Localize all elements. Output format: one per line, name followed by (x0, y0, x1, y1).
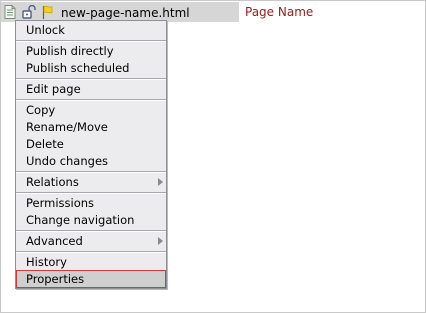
file-row[interactable]: new-page-name.html (1, 2, 239, 22)
menu-item-publish-scheduled[interactable]: Publish scheduled (16, 60, 166, 76)
page-frame: new-page-name.html Page Name Unlock Publ… (0, 0, 426, 313)
menu-item-undo-changes[interactable]: Undo changes (16, 153, 166, 169)
menu-item-properties[interactable]: Properties (16, 270, 166, 288)
menu-item-relations[interactable]: Relations (16, 174, 166, 190)
flag-icon (42, 5, 53, 19)
menu-item-relations-label: Relations (26, 175, 79, 189)
menu-separator (16, 78, 166, 80)
menu-item-advanced-label: Advanced (26, 234, 83, 248)
file-name[interactable]: new-page-name.html (61, 6, 190, 20)
page-title-cell[interactable]: Page Name (245, 5, 313, 19)
menu-separator (16, 251, 166, 253)
page-icon (4, 5, 16, 19)
menu-item-edit-page[interactable]: Edit page (16, 81, 166, 97)
menu-item-history[interactable]: History (16, 254, 166, 270)
menu-separator (16, 99, 166, 101)
context-menu: Unlock Publish directly Publish schedule… (15, 20, 167, 289)
menu-item-unlock[interactable]: Unlock (16, 22, 166, 38)
menu-item-advanced[interactable]: Advanced (16, 233, 166, 249)
menu-separator (16, 192, 166, 194)
menu-item-change-navigation[interactable]: Change navigation (16, 212, 166, 228)
menu-item-delete[interactable]: Delete (16, 136, 166, 152)
unlock-icon[interactable] (22, 5, 36, 19)
menu-item-permissions[interactable]: Permissions (16, 195, 166, 211)
menu-item-publish-directly[interactable]: Publish directly (16, 43, 166, 59)
submenu-arrow-icon (158, 178, 163, 186)
menu-separator (16, 171, 166, 173)
submenu-arrow-icon (158, 237, 163, 245)
menu-item-rename-move[interactable]: Rename/Move (16, 119, 166, 135)
menu-item-copy[interactable]: Copy (16, 102, 166, 118)
menu-separator (16, 230, 166, 232)
menu-separator (16, 40, 166, 42)
